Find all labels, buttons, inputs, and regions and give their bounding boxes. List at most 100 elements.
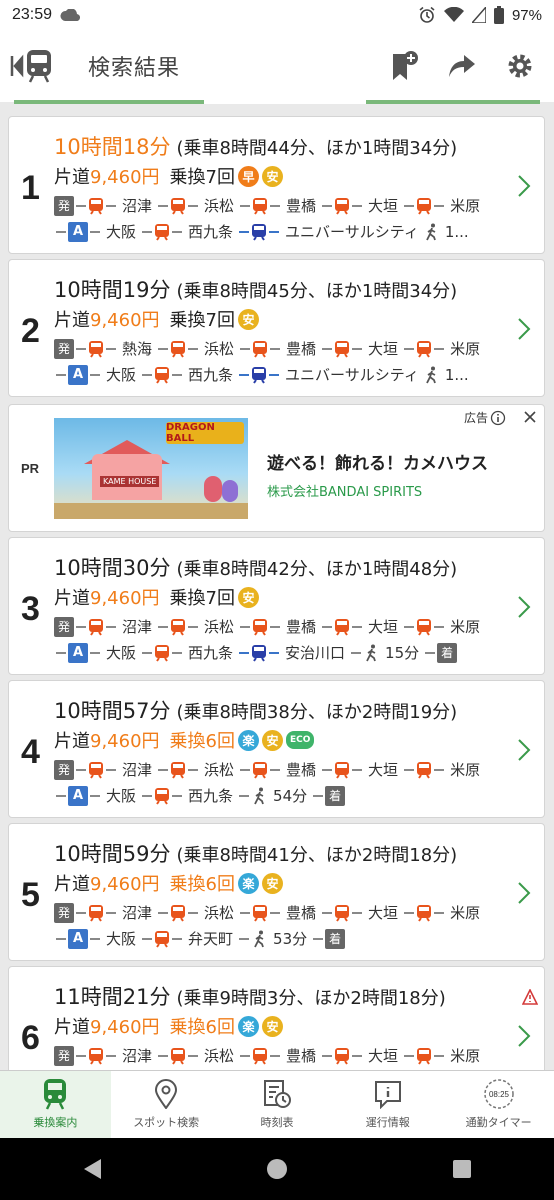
result-index: 6 [21,1019,40,1057]
train-icon [171,618,186,636]
station-name: 米原 [450,618,481,636]
result-card-1[interactable]: 1 10時間18分 (乗車8時間44分、ほか1時間34分) 片道 9,460円 乗換7… [8,116,545,254]
station-name: ユニバーサルシティ [285,223,419,241]
arrive-tag: 着 [325,928,346,949]
station-name: 大阪 [106,787,137,805]
transfer-count: 乗換7回 [169,167,235,188]
train-icon [253,340,268,358]
home-circle-icon [266,1159,287,1179]
line-a-tag: A [68,928,88,949]
tab-label: 通勤タイマー [465,1116,532,1129]
easiest-badge: 楽 [237,1015,259,1037]
system-home-button[interactable] [257,1149,297,1189]
train-icon [89,904,103,922]
tab-timetable[interactable]: 時刻表 [222,1071,333,1138]
info-icon [372,1078,404,1110]
result-index: 1 [21,169,40,207]
result-duration-line: 11時間21分 (乗車9時間3分、ほか2時間18分) [54,981,446,1011]
result-card-3[interactable]: 3 10時間30分 (乗車8時間42分、ほか1時間48分) 片道 9,460円 乗換7… [8,537,545,675]
share-button[interactable] [444,48,480,84]
station-name: 米原 [450,761,481,779]
train-icon [417,904,432,922]
fare-value: 9,460円 [90,167,160,188]
result-card-6[interactable]: 6 11時間21分 (乗車9時間3分、ほか2時間18分) 片道 9,460円 乗換6回… [8,966,545,1070]
tab-spot-search[interactable]: スポット検索 [111,1071,222,1138]
result-duration: 10時間59分 [54,842,171,866]
arrive-tag: 着 [325,785,346,806]
ad-headline[interactable]: 遊べる！飾れる！カメハウス [267,449,488,474]
ad-image[interactable]: KAME HOUSE DRAGON BALL [54,418,248,519]
walk-icon [366,644,376,661]
train-icon [252,644,267,662]
tab-transit[interactable]: 乗換案内 [0,1071,111,1138]
chevron-right-icon [518,1025,531,1047]
cloud-icon [60,9,81,21]
depart-tag: 発 [54,1045,74,1066]
tab-label: スポット検索 [133,1116,200,1129]
tab-commute-timer[interactable]: 08:25 通勤タイマー [443,1071,554,1138]
station-name: 浜松 [204,761,235,779]
status-time: 23:59 [12,6,53,23]
station-name: 沼津 [122,197,153,215]
depart-tag: 発 [54,195,74,216]
close-icon[interactable] [522,409,538,425]
tab-service-info[interactable]: 運行情報 [332,1071,443,1138]
result-card-2[interactable]: 2 10時間19分 (乗車8時間45分、ほか1時間34分) 片道 9,460円 乗換7… [8,259,545,397]
result-duration: 10時間57分 [54,699,171,723]
alarm-icon [419,6,435,23]
depart-tag: 発 [54,759,74,780]
signal-icon [471,7,486,23]
result-detail: (乗車8時間42分、ほか1時間48分) [176,559,458,580]
result-detail: (乗車8時間44分、ほか1時間34分) [176,138,458,159]
station-name: 豊橋 [286,1047,317,1065]
transfer-count: 乗換6回 [169,874,235,895]
result-card-4[interactable]: 4 10時間57分 (乗車8時間38分、ほか2時間19分) 片道 9,460円 乗換6… [8,680,545,818]
train-icon [171,1047,186,1065]
station-name: 西九条 [188,366,234,384]
settings-button[interactable] [502,48,538,84]
chevron-right-icon [518,596,531,618]
result-fare-line: 片道 9,460円 乗換7回 安 [54,306,259,332]
train-icon [417,761,432,779]
station-name: 大阪 [106,930,137,948]
ad-image-sign: KAME HOUSE [100,476,160,487]
station-name: 西九条 [188,644,234,662]
system-recents-button[interactable] [442,1149,482,1189]
result-card-5[interactable]: 5 10時間59分 (乗車8時間41分、ほか2時間18分) 片道 9,460円 乗換6… [8,823,545,961]
results-list[interactable]: 1 10時間18分 (乗車8時間44分、ほか1時間34分) 片道 9,460円 乗換7… [0,104,554,1070]
share-icon [449,55,475,77]
station-name: 豊橋 [286,197,317,215]
station-name: 浜松 [204,197,235,215]
line-a-tag: A [68,221,88,242]
result-index: 3 [21,590,40,628]
app-bar: 検索結果 [0,30,554,102]
easiest-badge: 楽 [237,729,259,751]
station-name: 大垣 [368,761,399,779]
status-bar: 23:59 97% [0,0,554,30]
train-icon [155,644,170,662]
bookmark-add-button[interactable] [386,48,422,84]
train-icon [171,904,186,922]
eco-badge: ECO [285,731,315,749]
result-fare-line: 片道 9,460円 乗換7回 早安 [54,163,283,189]
station-name: 沼津 [122,618,153,636]
bottom-nav: 乗換案内 スポット検索 時刻表 運行情報 08:25 通勤タイマー [0,1070,554,1138]
ad-label[interactable]: 広告 [464,409,506,426]
station-name: 大垣 [368,904,399,922]
result-fare-line: 片道 9,460円 乗換6回 楽安 [54,870,283,896]
result-detail: (乗車8時間38分、ほか2時間19分) [176,702,458,723]
train-icon [335,340,350,358]
station-name: 豊橋 [286,618,317,636]
result-fare-line: 片道 9,460円 乗換7回 安 [54,584,259,610]
chevron-right-icon [518,175,531,197]
ad-banner[interactable]: PR KAME HOUSE DRAGON BALL 遊べる！飾れる！カメハウス … [8,404,545,532]
station-name: 米原 [450,197,481,215]
gear-icon [508,54,532,78]
back-train-button[interactable] [8,46,60,86]
station-name: 米原 [450,1047,481,1065]
battery-icon [493,6,504,24]
station-name: 安治川口 [285,644,346,662]
system-back-button[interactable] [72,1149,112,1189]
route-line-1: 発 沼津 浜松 豊橋 大垣 米原 [54,1045,484,1066]
fastest-badge: 早 [237,165,259,187]
